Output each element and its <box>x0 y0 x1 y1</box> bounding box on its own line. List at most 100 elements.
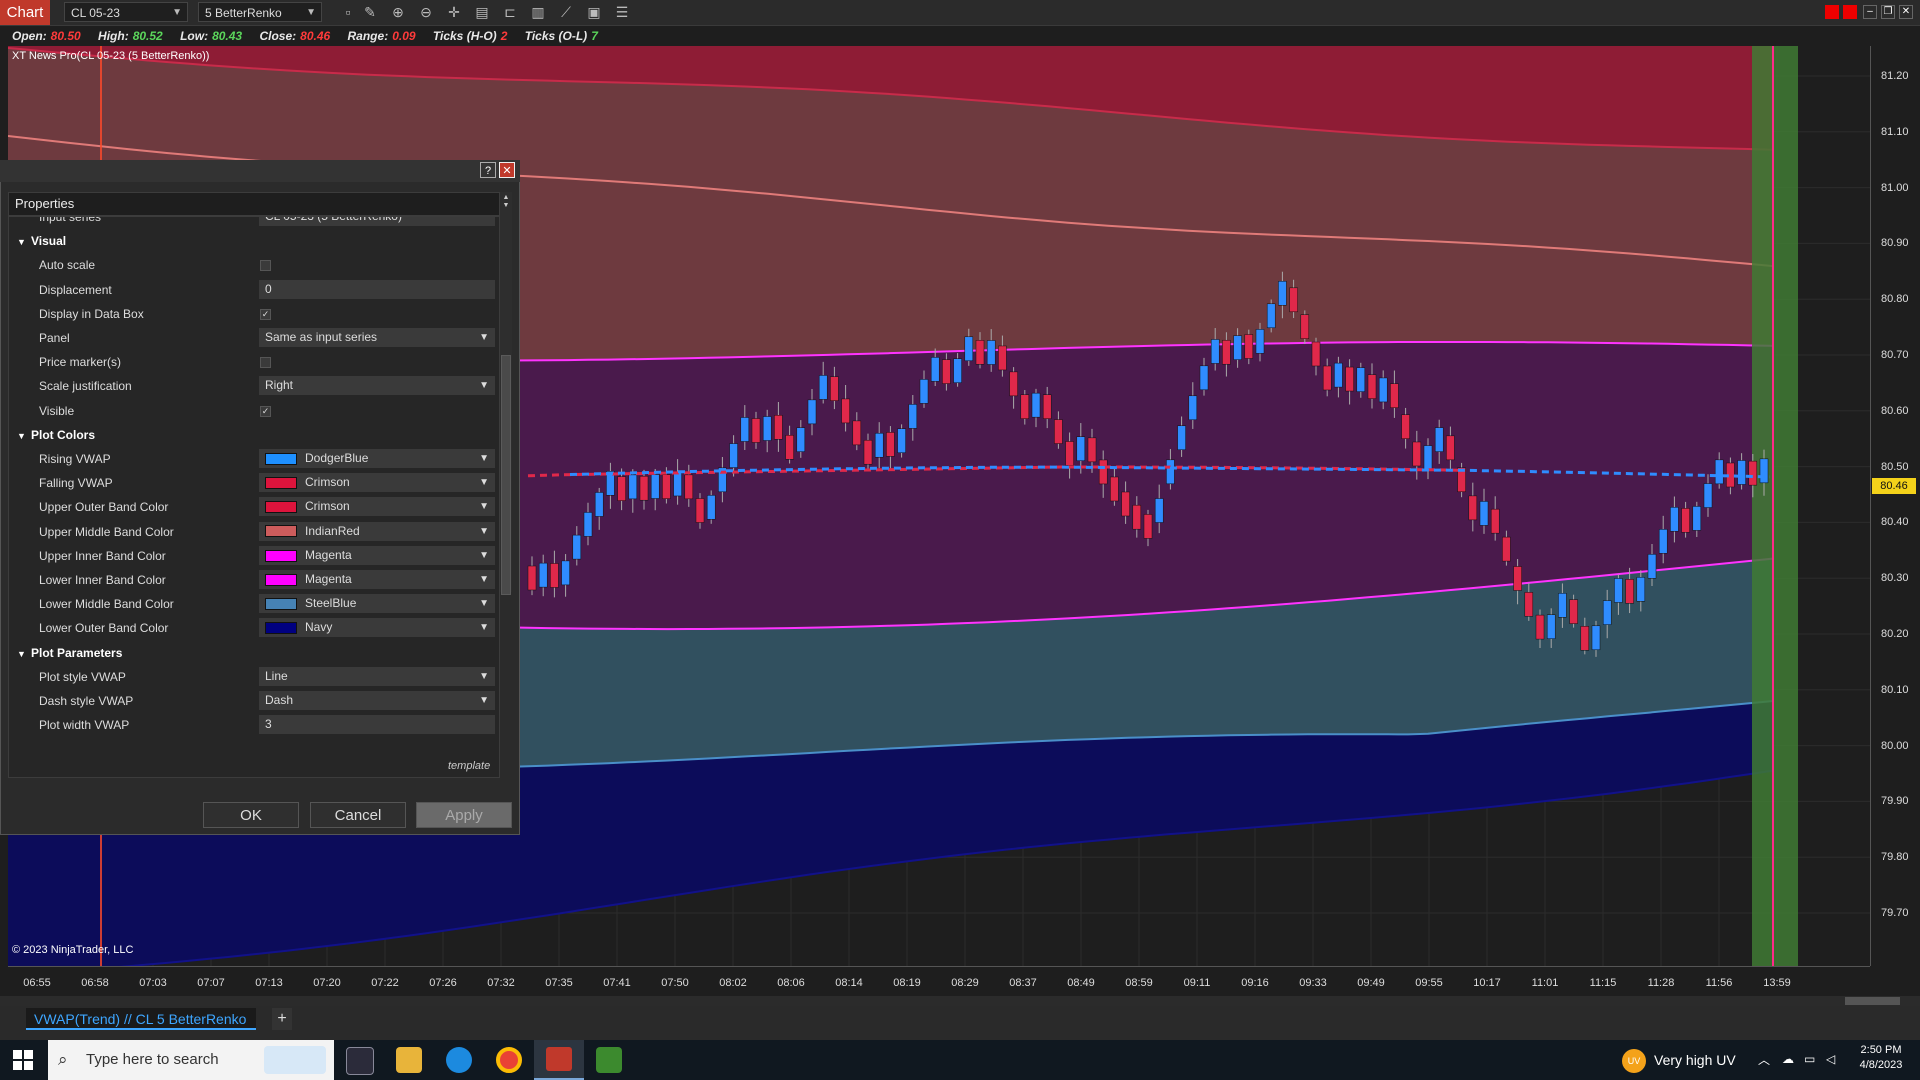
property-select[interactable]: Right ▼ <box>259 376 495 396</box>
horizontal-scrollbar[interactable] <box>0 996 1920 1006</box>
ninjatrader-taskbar-item[interactable] <box>534 1040 584 1080</box>
collapse-triangle-icon[interactable]: ▼ <box>17 424 31 448</box>
category-row[interactable]: ▼ Plot Colors <box>9 423 489 447</box>
property-select[interactable]: Crimson ▼ <box>259 497 495 517</box>
property-checkbox[interactable]: ✓ <box>260 405 271 417</box>
category-label[interactable]: ▼ Plot Parameters <box>17 641 122 666</box>
property-row[interactable]: Upper Middle Band Color IndianRed ▼ <box>9 520 495 544</box>
file-explorer-icon[interactable] <box>396 1047 422 1073</box>
property-select[interactable]: IndianRed ▼ <box>259 521 495 541</box>
zoom-in-icon[interactable]: ⊕ <box>388 3 408 21</box>
property-row[interactable]: Scale justification Right ▼ <box>9 374 495 398</box>
bar-type-selector[interactable]: 5 BetterRenko ▼ <box>198 2 322 22</box>
link-red-icon-2[interactable] <box>1843 5 1857 19</box>
property-row[interactable]: Plot width VWAP 3 <box>9 713 495 737</box>
minimize-icon[interactable]: – <box>1863 5 1877 19</box>
scroll-down-icon[interactable]: ▼ <box>500 202 512 210</box>
property-checkbox[interactable] <box>260 357 271 369</box>
category-label[interactable]: ▼ Visual <box>17 229 66 254</box>
property-select[interactable]: Magenta ▼ <box>259 545 495 565</box>
property-select[interactable]: SteelBlue ▼ <box>259 594 495 614</box>
property-row[interactable]: Panel Same as input series ▼ <box>9 326 495 350</box>
property-row[interactable]: Input series CL 05-23 (5 BetterRenko) <box>9 217 495 229</box>
property-select[interactable]: Line ▼ <box>259 666 495 686</box>
price-axis[interactable]: 81.20 81.10 81.00 80.90 80.80 80.70 80.60 80.50… <box>1870 46 1920 966</box>
property-select[interactable]: Navy ▼ <box>259 618 495 638</box>
properties-icon[interactable]: ▤ <box>472 3 492 21</box>
strategy-icon[interactable]: ▣ <box>584 3 604 21</box>
cloud-icon[interactable]: ☁ <box>1782 1052 1794 1066</box>
chrome-icon[interactable] <box>496 1047 522 1073</box>
apply-button[interactable]: Apply <box>416 802 512 828</box>
category-row[interactable]: ▼ Plot Parameters <box>9 641 489 665</box>
volume-icon[interactable]: ◁ <box>1826 1052 1835 1066</box>
uv-weather-icon[interactable]: UV <box>1622 1049 1646 1073</box>
property-row[interactable]: Displacement 0 <box>9 278 495 302</box>
windows-start-icon[interactable] <box>12 1049 34 1071</box>
bar-chart-icon[interactable]: ▥ <box>528 3 548 21</box>
property-select[interactable]: Dash ▼ <box>259 691 495 710</box>
list-icon[interactable]: ☰ <box>612 3 632 21</box>
property-select[interactable]: Same as input series ▼ <box>259 328 495 347</box>
add-tab-button[interactable]: + <box>272 1008 292 1030</box>
property-select[interactable]: Crimson ▼ <box>259 473 495 493</box>
drawing-tools-icon[interactable]: ⊏ <box>500 3 520 21</box>
cancel-button[interactable]: Cancel <box>310 802 406 828</box>
weather-text[interactable]: Very high UV <box>1654 1040 1736 1080</box>
time-axis[interactable]: 06:55 06:58 07:03 07:07 07:13 07:20 07:22 07:26… <box>8 966 1870 997</box>
category-label[interactable]: ▼ Plot Colors <box>17 423 95 448</box>
collapse-triangle-icon[interactable]: ▼ <box>17 230 31 254</box>
property-row[interactable]: Lower Middle Band Color SteelBlue ▼ <box>9 592 495 616</box>
property-row[interactable]: Price marker(s) <box>9 350 489 374</box>
property-input[interactable]: 0 <box>259 279 495 299</box>
blank-tool-icon[interactable]: ▫ <box>338 3 358 21</box>
property-row[interactable]: Falling VWAP Crimson ▼ <box>9 471 495 495</box>
property-row[interactable]: Auto scale <box>9 253 489 277</box>
dialog-title-bar[interactable] <box>0 160 520 182</box>
clock[interactable]: 2:50 PM 4/8/2023 <box>1856 1044 1906 1071</box>
bearish-candle <box>1087 437 1097 463</box>
taskbar-search-input[interactable]: ⌕ Type here to search <box>48 1040 334 1080</box>
property-row[interactable]: Rising VWAP DodgerBlue ▼ <box>9 447 495 471</box>
open-label: Open: <box>12 29 47 43</box>
app-icon[interactable] <box>596 1047 622 1073</box>
chart-window-tab[interactable]: Chart <box>0 0 50 25</box>
property-row[interactable]: Lower Inner Band Color Magenta ▼ <box>9 568 495 592</box>
property-select[interactable]: DodgerBlue ▼ <box>259 449 495 468</box>
property-row[interactable]: Upper Outer Band Color Crimson ▼ <box>9 495 495 519</box>
property-row[interactable]: Dash style VWAP Dash ▼ <box>9 689 495 713</box>
instrument-selector[interactable]: CL 05-23 ▼ <box>64 2 188 22</box>
close-icon[interactable]: ✕ <box>1899 5 1913 19</box>
property-checkbox[interactable]: ✓ <box>260 308 271 320</box>
edge-browser-icon[interactable] <box>446 1047 472 1073</box>
link-red-icon[interactable] <box>1825 5 1839 19</box>
network-icon[interactable]: ▭ <box>1804 1052 1815 1066</box>
category-row[interactable]: ▼ Visual <box>9 229 489 253</box>
property-row[interactable]: Visible ✓ <box>9 399 489 423</box>
chart-workspace-tab[interactable]: VWAP(Trend) // CL 5 BetterRenko <box>26 1008 256 1030</box>
template-link[interactable]: template <box>448 760 490 772</box>
scroll-up-icon[interactable]: ▲ <box>500 194 512 202</box>
zoom-out-icon[interactable]: ⊖ <box>416 3 436 21</box>
scroll-thumb-h[interactable] <box>1845 997 1900 1005</box>
restore-icon[interactable]: ❐ <box>1881 5 1895 19</box>
collapse-triangle-icon[interactable]: ▼ <box>17 642 31 666</box>
line-chart-icon[interactable]: ⟋ <box>556 3 576 21</box>
property-input[interactable]: 3 <box>259 715 495 735</box>
task-view-icon[interactable] <box>346 1047 374 1075</box>
help-button[interactable]: ? <box>480 162 496 178</box>
dialog-close-button[interactable]: ✕ <box>499 162 515 178</box>
tray-chevron-icon[interactable]: ︿ <box>1758 1051 1770 1068</box>
property-select[interactable]: Magenta ▼ <box>259 570 495 589</box>
property-checkbox[interactable] <box>260 260 271 272</box>
property-input[interactable]: CL 05-23 (5 BetterRenko) <box>259 217 495 226</box>
pencil-icon[interactable]: ✎ <box>360 3 380 21</box>
property-row[interactable]: Plot style VWAP Line ▼ <box>9 665 495 689</box>
property-row[interactable]: Lower Outer Band Color Navy ▼ <box>9 616 495 640</box>
crosshair-icon[interactable]: ✛ <box>444 3 464 21</box>
ok-button[interactable]: OK <box>203 802 299 828</box>
time-tick-label: 09:16 <box>1241 977 1269 989</box>
property-row[interactable]: Display in Data Box ✓ <box>9 302 489 326</box>
property-row[interactable]: Upper Inner Band Color Magenta ▼ <box>9 544 495 568</box>
properties-scroll-thumb[interactable] <box>501 355 511 595</box>
